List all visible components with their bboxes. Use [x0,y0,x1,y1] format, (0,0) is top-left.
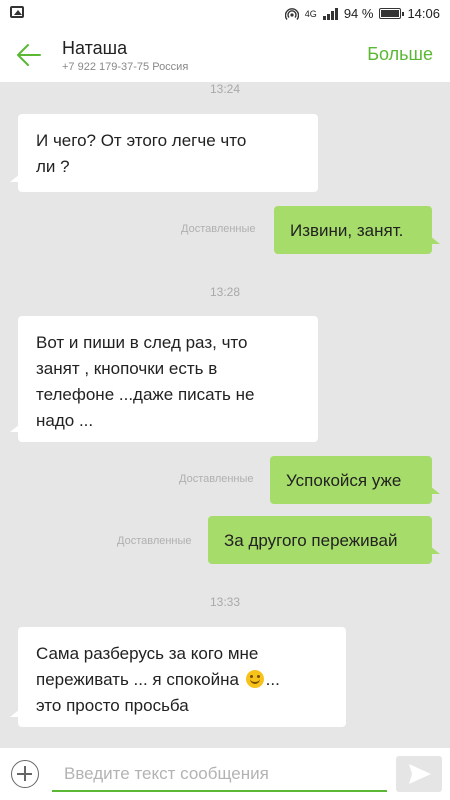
timestamp: 13:33 [209,595,241,609]
message-line-with-emoji: переживать ... я спокойна ... [36,667,328,693]
message-text: ... [265,670,280,689]
timestamp: 13:28 [209,285,241,299]
battery-icon [379,8,405,19]
status-indicators: 4G 94 % 14:06 [284,6,440,21]
delivery-status: Доставленные [117,535,192,547]
message-text: переживать ... я спокойна [36,670,239,689]
contact-name[interactable]: Наташа [62,38,127,59]
hotspot-icon [284,7,299,20]
clock: 14:06 [407,6,440,21]
message-text: Извини, занят. [290,221,404,240]
status-bar: 4G 94 % 14:06 [0,0,450,28]
message-line: И чего? От этого легче что [36,131,247,150]
image-icon [10,6,24,18]
message-line: ли ? [36,157,70,176]
incoming-message[interactable]: И чего? От этого легче что ли ? [10,114,318,192]
back-arrow-icon[interactable] [14,40,44,70]
signal-icon [322,7,338,20]
chat-header: Наташа +7 922 179-37-75 Россия Больше [0,28,450,82]
network-type: 4G [304,8,317,19]
message-text: За другого переживай [224,531,398,550]
message-line: занят , кнопочки есть в [36,359,218,378]
timestamp: 13:24 [209,82,241,96]
battery-percent: 94 % [343,6,374,21]
message-line: это просто просьба [36,696,189,715]
send-icon [409,764,431,784]
smiley-emoji [245,670,264,688]
message-text: Успокойся уже [286,471,402,490]
composer-bar [0,748,450,800]
incoming-message[interactable]: Вот и пиши в след раз, что занят , кнопо… [10,316,318,442]
message-input[interactable] [52,758,387,792]
outgoing-message[interactable]: Успокойся уже [270,456,440,504]
message-line: телефоне ...даже писать не [36,385,255,404]
contact-phone: +7 922 179-37-75 Россия [62,61,189,73]
message-line: Сама разберусь за кого мне [36,644,259,663]
delivery-status: Доставленные [179,473,254,485]
more-button[interactable]: Больше [367,44,433,65]
incoming-message[interactable]: Сама разберусь за кого мне переживать ..… [10,627,346,727]
add-circle-icon[interactable] [11,760,39,788]
outgoing-message[interactable]: Извини, занят. [274,206,440,254]
message-list[interactable]: 13:24 И чего? От этого легче что ли ? До… [0,82,450,748]
send-button[interactable] [396,756,442,792]
delivery-status: Доставленные [181,223,256,235]
message-line: надо ... [36,411,94,430]
message-line: Вот и пиши в след раз, что [36,333,248,352]
outgoing-message[interactable]: За другого переживай [208,516,440,564]
